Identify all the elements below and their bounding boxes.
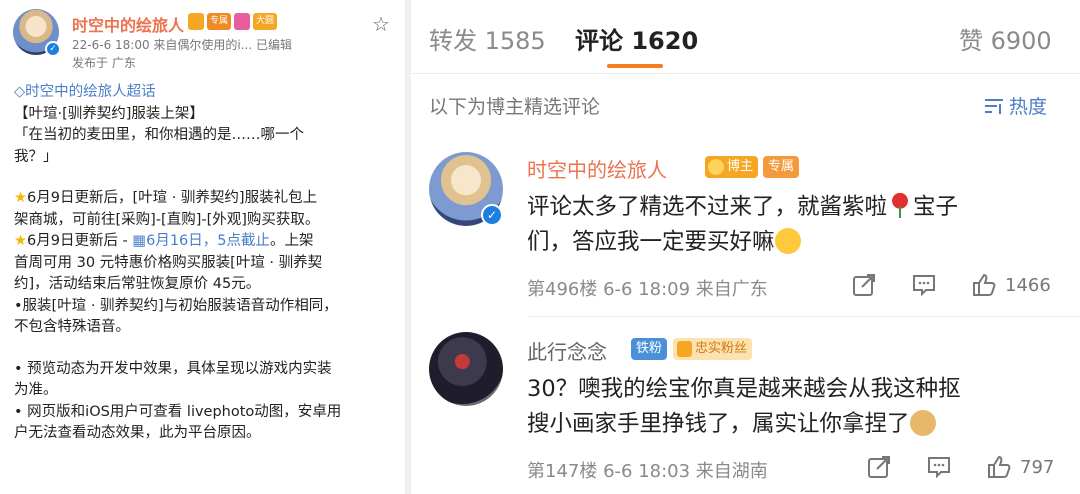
verified-icon: ✓: [45, 41, 61, 57]
thumbs-up-icon: [973, 273, 996, 296]
post-line: ★6月9日更新后，[叶瑄 · 驯养契约]服装礼包上: [14, 190, 318, 206]
comments-panel: 转发 1585 评论 1620 赞 6900 以下为博主精选评论 热度 ✓ 时空…: [411, 0, 1080, 494]
post-line: 首周可用 30 元特惠价格购买服装[叶瑄 · 驯养契: [14, 254, 323, 271]
heart-badge-icon: [234, 13, 251, 30]
post-line: 「在当初的麦田里，和你相遇的是……哪一个: [14, 127, 304, 143]
post-line: •服装[叶瑄 · 驯养契约]与初始服装语音动作相同，: [14, 297, 338, 314]
post-author-avatar[interactable]: ✓: [13, 9, 61, 57]
comment-actions: 797: [866, 454, 1054, 480]
tab-comment[interactable]: 评论 1620: [575, 21, 698, 56]
favorite-star-icon[interactable]: ☆: [372, 12, 390, 36]
tab-like[interactable]: 赞 6900: [959, 21, 1052, 56]
verified-icon: ✓: [481, 204, 503, 226]
post-line: • 网页版和iOS用户可查看 livephoto动图，安卓用: [14, 403, 342, 420]
sort-button[interactable]: 热度: [983, 92, 1047, 119]
like-count: 1466: [1005, 274, 1051, 296]
blogger-tag: 博主: [705, 156, 759, 178]
post-author-badges: 专属 大圆: [188, 13, 278, 30]
reply-button[interactable]: [926, 454, 952, 480]
date-link[interactable]: 6月16日，5点截止: [146, 233, 270, 249]
like-count: 797: [1020, 456, 1055, 478]
calendar-icon: ▦: [132, 233, 147, 249]
sort-label: 热度: [1009, 96, 1048, 118]
exclusive-tag: 专属: [763, 156, 800, 178]
tab-divider: [411, 73, 1080, 74]
crying-emoji-icon: [774, 228, 801, 254]
post-line: 为准。: [14, 382, 58, 398]
post-line: • 预览动态为开发中效果，具体呈现以游戏内实装: [14, 360, 332, 377]
iron-fan-tag: 铁粉: [631, 338, 668, 360]
post-meta: 22-6-6 18:00 来自偶尔使用的i... 已编辑: [72, 38, 293, 52]
post-line: ★6月9日更新后 - ▦6月16日，5点截止。上架: [14, 233, 314, 249]
comment-text: 30？噢我的绘宝你真是越来越会从我这种抠 搜小画家手里挣钱了，属实让你拿捏了: [527, 376, 961, 437]
share-button[interactable]: [866, 454, 892, 480]
post-panel: ✓ 时空中的绘旅人 专属 大圆 ☆ 22-6-6 18:00 来自偶尔使用的i.…: [0, 0, 405, 494]
crown-badge-icon: [188, 13, 204, 30]
commenter-name[interactable]: 时空中的绘旅人: [527, 154, 667, 183]
post-line: 户无法查看动态效果，此为平台原因。: [14, 425, 261, 441]
post-line: 架商城，可前往[采购]-[直购]-[外观]购买获取。: [14, 211, 320, 228]
active-tab-indicator: [607, 64, 663, 68]
filter-label: 以下为博主精选评论: [429, 96, 601, 118]
rose-emoji-icon: [887, 193, 914, 219]
share-icon: [853, 274, 875, 296]
loyal-fan-tag: 忠实粉丝: [673, 338, 753, 360]
big-badge: 大圆: [253, 13, 278, 30]
comment-text: 评论太多了精选不过来了，就酱紫啦 宝子 们，答应我一定要买好嘛: [527, 193, 959, 255]
post-line: 【叶瑄·[驯养契约]服装上架】: [14, 105, 204, 122]
share-button[interactable]: [851, 272, 877, 298]
like-button[interactable]: 1466: [971, 272, 1051, 298]
star-emoji-icon: ★: [14, 190, 27, 206]
reply-button[interactable]: [911, 272, 937, 298]
comment-meta: 第147楼 6-6 18:03 来自湖南: [527, 461, 768, 482]
like-button[interactable]: 797: [986, 454, 1054, 480]
doge-emoji-icon: [909, 410, 936, 436]
star-emoji-icon: ★: [14, 233, 27, 249]
sort-icon: [985, 98, 1003, 114]
post-line: 约]，活动结束后常驻恢复原价 45元。: [14, 276, 261, 292]
topic-link[interactable]: ◇时空中的绘旅人超话: [14, 82, 398, 104]
tab-bar: 转发 1585 评论 1620 赞 6900: [411, 0, 1080, 70]
comment-icon: [928, 457, 950, 479]
thumbs-up-icon: [988, 455, 1011, 478]
diamond-icon: ◇: [14, 84, 26, 100]
commenter-name[interactable]: 此行念念: [527, 336, 607, 365]
post-location: 发布于 广东: [72, 56, 136, 70]
post-body: ◇时空中的绘旅人超话 【叶瑄·[驯养契约]服装上架】 「在当初的麦田里，和你相遇…: [14, 82, 398, 445]
post-author-name[interactable]: 时空中的绘旅人: [72, 12, 184, 36]
comment-actions: 1466: [851, 272, 1051, 298]
comment-icon: [913, 275, 935, 297]
comment-meta: 第496楼 6-6 18:09 来自广东: [527, 279, 768, 300]
post-line: 不包含特殊语音。: [14, 319, 130, 335]
commenter-avatar[interactable]: [429, 332, 503, 406]
post-line: 我？」: [14, 148, 58, 165]
vip-badge: 专属: [207, 13, 232, 30]
tab-repost[interactable]: 转发 1585: [429, 21, 546, 56]
comment-divider: [527, 316, 1080, 317]
share-icon: [868, 456, 890, 478]
